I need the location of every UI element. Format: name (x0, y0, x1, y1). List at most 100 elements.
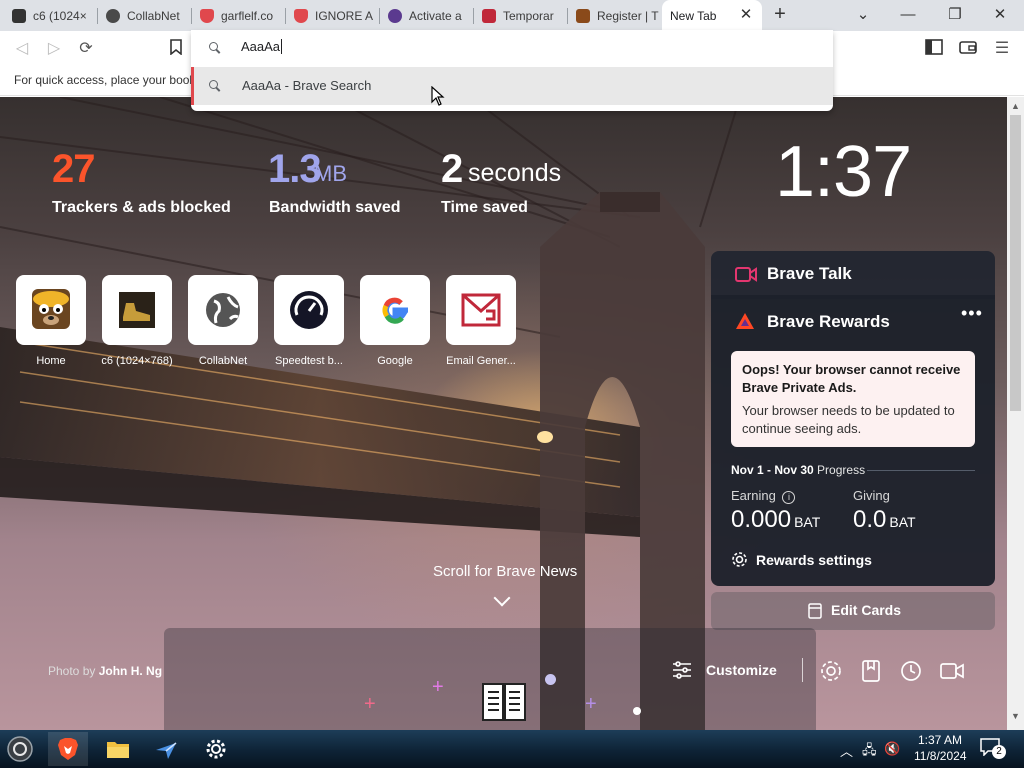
tab-label: Activate a (409, 8, 462, 23)
mail-envelope-icon (446, 275, 516, 345)
time-saved-label: Time saved (441, 199, 528, 216)
dot-decoration-icon (633, 707, 641, 715)
tab-register[interactable]: Register | T (568, 0, 662, 31)
earning-label-row: Earning i (731, 488, 796, 504)
show-hidden-icons-chevron-icon[interactable]: ︿ (840, 741, 853, 760)
brave-talk-title: Brave Talk (767, 264, 852, 283)
taskbar-settings[interactable] (196, 732, 236, 766)
top-site-speedtest[interactable]: Speedtest b... (274, 275, 346, 367)
top-site-label: Email Gener... (446, 355, 516, 367)
folder-icon (107, 742, 129, 758)
clock: 1:37 (775, 132, 912, 212)
notification-center-button[interactable]: 2 (980, 738, 1006, 760)
rewards-settings-button[interactable]: Rewards settings (731, 551, 872, 568)
notice-heading: Oops! Your browser cannot receive Brave … (742, 362, 961, 395)
top-site-collabnet[interactable]: CollabNet (188, 275, 260, 367)
bat-logo-icon (736, 313, 754, 329)
time-saved-unit: seconds (468, 159, 562, 187)
earning-value: 0.000 (731, 506, 792, 533)
photo-credit[interactable]: Photo by John H. Ng (48, 664, 162, 678)
tab-temporary[interactable]: Temporar (474, 0, 568, 31)
taskbar-brave[interactable] (48, 732, 88, 766)
new-tab-page: 27 Trackers & ads blocked 1.3 MB Bandwid… (0, 97, 1007, 730)
tab-garflelf[interactable]: garflelf.co (192, 0, 286, 31)
tab-activate[interactable]: Activate a (380, 0, 474, 31)
system-time: 1:37 AM (917, 733, 963, 747)
top-site-label: Google (377, 355, 413, 367)
taskbar-file-explorer[interactable] (98, 732, 138, 766)
settings-gear-icon[interactable] (819, 659, 843, 683)
earning-amount: 0.000 BAT (731, 506, 820, 534)
top-site-home[interactable]: Home (16, 275, 88, 367)
bookmark-icon[interactable] (166, 39, 186, 59)
cards-icon (808, 603, 822, 619)
volume-muted-icon[interactable]: 🔇 (884, 741, 900, 757)
brave-talk-icon[interactable] (940, 659, 964, 683)
start-button[interactable] (0, 732, 40, 766)
tab-label: Register | T (597, 8, 659, 23)
tab-label: CollabNet (127, 8, 180, 23)
minimize-button[interactable]: — (898, 6, 918, 24)
new-tab-button[interactable]: + (770, 4, 790, 25)
tab-new-tab[interactable]: New Tab ✕ (662, 0, 762, 31)
suggestion-brave-search[interactable]: AaaAa - Brave Search (191, 67, 833, 105)
taskbar-app[interactable] (146, 732, 186, 766)
brave-news-book-icon (482, 683, 526, 721)
tab-label: IGNORE A (315, 8, 374, 23)
scroll-down-arrow-icon[interactable]: ▼ (1011, 711, 1020, 721)
tab-label: c6 (1024× (33, 8, 87, 23)
tab-collabnet[interactable]: CollabNet (98, 0, 192, 31)
mail-icon (482, 8, 496, 23)
tab-search-chevron-icon[interactable]: ⌄ (853, 6, 873, 24)
tab-c6[interactable]: c6 (1024× (4, 0, 98, 31)
edit-cards-button[interactable]: Edit Cards (711, 592, 995, 630)
restore-button[interactable]: ❐ (945, 6, 965, 24)
scroll-up-arrow-icon[interactable]: ▲ (1011, 101, 1020, 111)
video-camera-icon (735, 267, 757, 282)
start-orb-icon (7, 736, 33, 762)
wallet-icon[interactable] (958, 39, 978, 59)
forward-button[interactable]: ▷ (44, 39, 64, 59)
system-clock[interactable]: 1:37 AM 11/8/2024 (914, 732, 967, 764)
tab-ignore[interactable]: IGNORE A (286, 0, 380, 31)
gear-icon (732, 552, 747, 567)
site-favicon-icon (576, 8, 590, 23)
address-bar-input[interactable]: AaaAa (241, 39, 283, 54)
address-bar-value: AaaAa (241, 39, 281, 54)
close-window-button[interactable]: ✕ (990, 6, 1010, 24)
back-button[interactable]: ◁ (12, 39, 32, 59)
brave-shield-icon (294, 8, 308, 23)
info-icon[interactable]: i (782, 491, 796, 504)
progress-label: Progress (817, 463, 866, 477)
top-site-email-generator[interactable]: Email Gener... (446, 275, 518, 367)
bandwidth-saved-value: 1.3 (268, 147, 322, 191)
more-options-icon[interactable]: ••• (961, 303, 983, 324)
brave-talk-card[interactable]: Brave Talk (711, 251, 995, 299)
page-scrollbar[interactable]: ▲ ▼ (1007, 97, 1024, 730)
customize-button[interactable]: Customize (672, 660, 777, 680)
brave-rewards-card: Brave Rewards ••• Oops! Your browser can… (711, 295, 995, 586)
address-bar-dropdown: AaaAa AaaAa - Brave Search (191, 30, 833, 111)
edit-cards-label: Edit Cards (831, 602, 902, 618)
top-site-google[interactable]: Google (360, 275, 432, 367)
tab-label: garflelf.co (221, 8, 274, 23)
sliders-icon (673, 661, 691, 679)
network-icon[interactable]: 🖧 (862, 741, 877, 763)
tab-label: New Tab (670, 8, 717, 23)
close-tab-icon[interactable]: ✕ (738, 7, 754, 23)
sidebar-toggle-icon[interactable] (924, 39, 944, 59)
tab-strip: c6 (1024× CollabNet garflelf.co IGNORE A… (0, 0, 1024, 31)
search-icon (209, 42, 221, 54)
reload-button[interactable]: ⟳ (76, 39, 96, 59)
bandwidth-saved-label: Bandwidth saved (269, 199, 401, 216)
scrollbar-thumb[interactable] (1010, 115, 1021, 411)
customize-label: Customize (706, 662, 777, 678)
dot-decoration-icon (545, 674, 556, 685)
bookmarks-icon[interactable] (859, 659, 883, 683)
menu-icon[interactable]: ☰ (992, 39, 1012, 59)
top-site-c6[interactable]: c6 (1024×768) (101, 275, 174, 367)
history-icon[interactable] (899, 659, 923, 683)
scroll-for-news-label[interactable]: Scroll for Brave News (433, 563, 577, 580)
globe-icon (188, 275, 258, 345)
notification-count-badge: 2 (992, 745, 1006, 759)
